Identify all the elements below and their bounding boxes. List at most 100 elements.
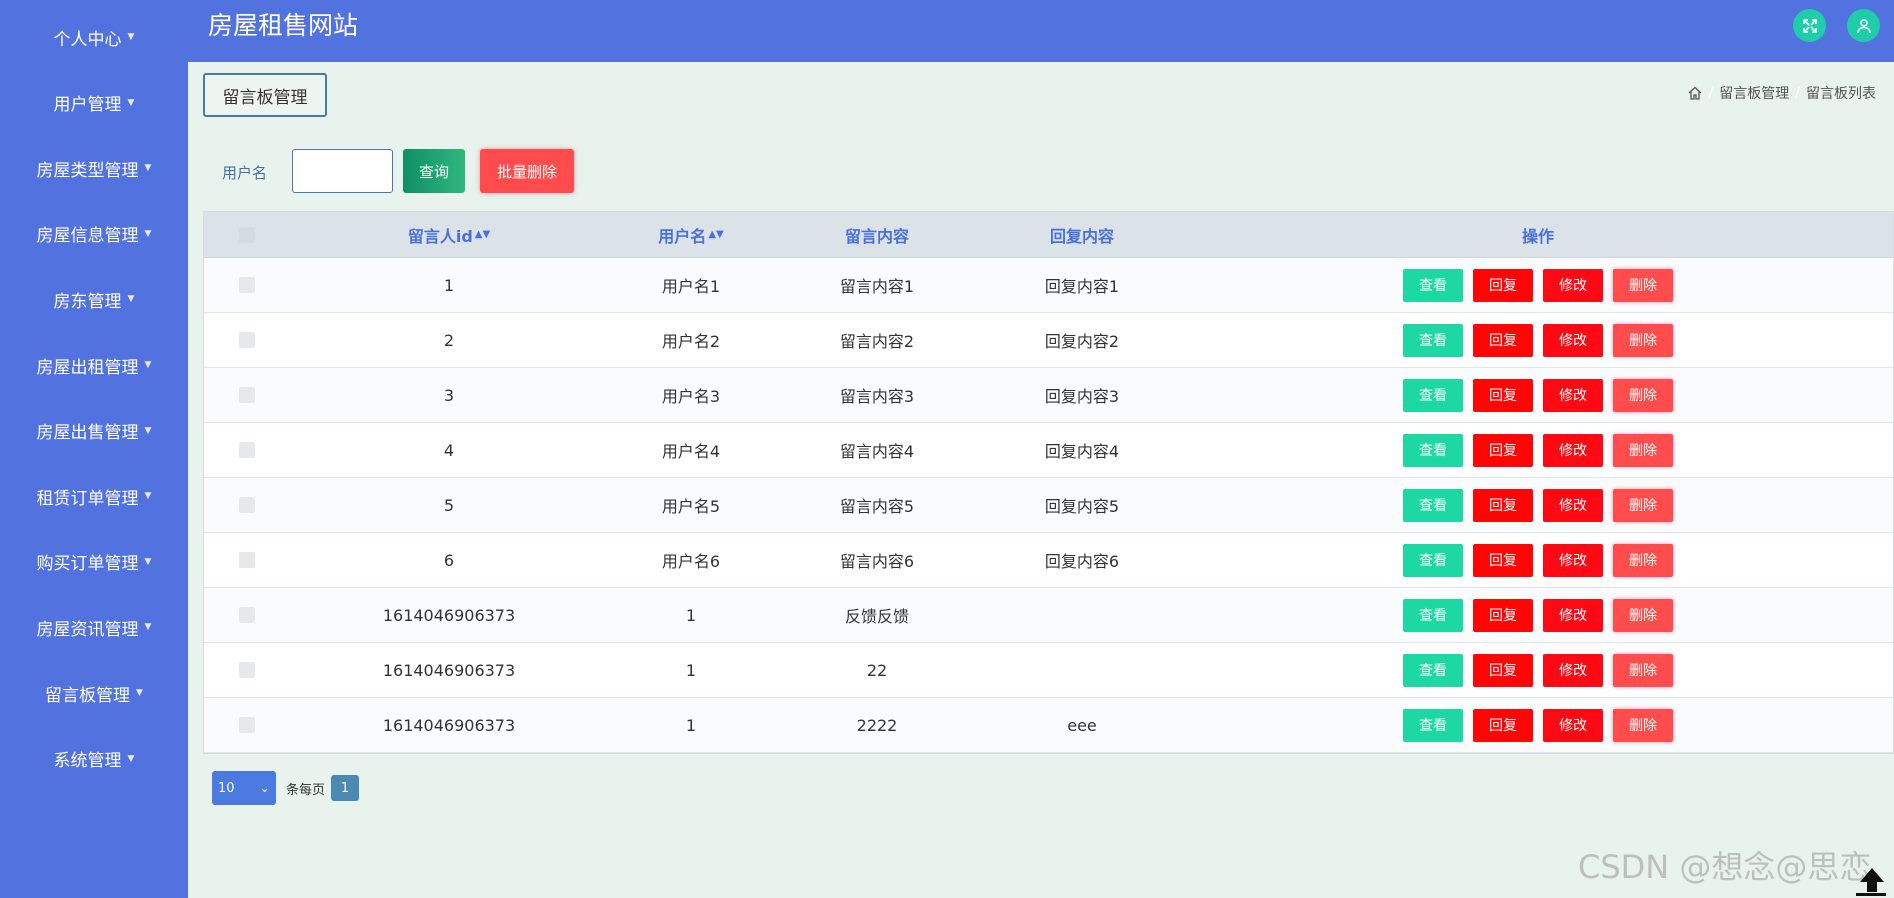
breadcrumb-item-board[interactable]: 留言板管理 — [1719, 83, 1789, 103]
row-checkbox[interactable] — [239, 387, 255, 403]
sidebar-item[interactable]: 系统管理 ▼ — [0, 726, 188, 792]
reply-button[interactable]: 回复 — [1473, 598, 1533, 632]
sidebar-item[interactable]: 用户管理 ▼ — [0, 70, 188, 136]
watermark: CSDN @想念@思恋 — [1578, 848, 1872, 886]
query-button[interactable]: 查询 — [403, 149, 465, 193]
home-icon[interactable] — [1687, 85, 1703, 101]
row-checkbox[interactable] — [239, 607, 255, 623]
view-button[interactable]: 查看 — [1403, 378, 1463, 412]
cell-id: 3 — [443, 385, 455, 405]
sidebar-item[interactable]: 个人中心 ▼ — [0, 4, 188, 70]
caret-down-icon: ▼ — [144, 360, 152, 370]
view-button[interactable]: 查看 — [1403, 543, 1463, 577]
sidebar-item[interactable]: 购买订单管理 ▼ — [0, 529, 188, 595]
delete-button[interactable]: 删除 — [1613, 433, 1673, 467]
edit-button[interactable]: 修改 — [1543, 708, 1603, 742]
sidebar: 个人中心 ▼ 用户管理 ▼ 房屋类型管理 ▼ 房屋信息管理 ▼ 房东管理 ▼ 房屋出租管理 ▼ 房屋出售… — [0, 0, 188, 898]
view-button[interactable]: 查看 — [1403, 653, 1463, 687]
edit-button[interactable]: 修改 — [1543, 323, 1603, 357]
row-checkbox[interactable] — [239, 442, 255, 458]
row-actions: 查看 回复 修改 删除 — [1403, 258, 1683, 312]
delete-button[interactable]: 删除 — [1613, 268, 1673, 302]
edit-button[interactable]: 修改 — [1543, 433, 1603, 467]
sidebar-item[interactable]: 房屋资讯管理 ▼ — [0, 594, 188, 660]
delete-button[interactable]: 删除 — [1613, 378, 1673, 412]
row-checkbox[interactable] — [239, 662, 255, 678]
cell-username: 用户名4 — [661, 442, 721, 461]
edit-button[interactable]: 修改 — [1543, 653, 1603, 687]
sidebar-item[interactable]: 房屋出售管理 ▼ — [0, 398, 188, 464]
delete-button[interactable]: 删除 — [1613, 543, 1673, 577]
row-checkbox[interactable] — [239, 332, 255, 348]
sidebar-item[interactable]: 房东管理 ▼ — [0, 266, 188, 332]
username-search-input[interactable] — [292, 149, 393, 193]
caret-down-icon: ▼ — [144, 556, 152, 567]
caret-down-icon: ▼ — [127, 97, 135, 108]
sidebar-item-label: 租赁订单管理 — [36, 488, 139, 509]
row-checkbox[interactable] — [239, 717, 255, 733]
view-button[interactable]: 查看 — [1403, 433, 1463, 467]
delete-button[interactable]: 删除 — [1613, 488, 1673, 522]
sidebar-item[interactable]: 房屋出租管理 ▼ — [0, 332, 188, 398]
column-header-username-label: 用户名 — [658, 226, 707, 246]
reply-button[interactable]: 回复 — [1473, 323, 1533, 357]
column-header-id[interactable]: 留言人id ▲▼ — [408, 212, 490, 257]
table-row: 3 用户名3 留言内容3 回复内容3 查看 回复 修改 删除 — [204, 368, 1893, 423]
reply-button[interactable]: 回复 — [1473, 488, 1533, 522]
reply-button[interactable]: 回复 — [1473, 378, 1533, 412]
row-checkbox[interactable] — [239, 552, 255, 568]
column-header-id-label: 留言人id — [407, 226, 473, 246]
reply-button[interactable]: 回复 — [1473, 433, 1533, 467]
page-size-value: 10 — [218, 780, 235, 796]
cell-content: 留言内容4 — [839, 442, 915, 461]
sidebar-item[interactable]: 房屋类型管理 ▼ — [0, 135, 188, 201]
sidebar-item[interactable]: 租赁订单管理 ▼ — [0, 463, 188, 529]
batch-delete-button[interactable]: 批量删除 — [480, 149, 574, 193]
row-checkbox[interactable] — [239, 497, 255, 513]
edit-button[interactable]: 修改 — [1543, 598, 1603, 632]
sidebar-item[interactable]: 留言板管理 ▼ — [0, 660, 188, 726]
reply-button[interactable]: 回复 — [1473, 708, 1533, 742]
column-header-username[interactable]: 用户名 ▲▼ — [658, 212, 723, 257]
sidebar-item[interactable]: 房屋信息管理 ▼ — [0, 201, 188, 267]
top-header: 房屋租售网站 — [188, 0, 1894, 62]
column-header-reply: 回复内容 — [1049, 226, 1115, 246]
view-button[interactable]: 查看 — [1403, 323, 1463, 357]
view-button[interactable]: 查看 — [1403, 598, 1463, 632]
edit-button[interactable]: 修改 — [1543, 488, 1603, 522]
view-button[interactable]: 查看 — [1403, 268, 1463, 302]
page-number-button[interactable]: 1 — [331, 775, 360, 801]
edit-button[interactable]: 修改 — [1543, 543, 1603, 577]
cell-id: 1614046906373 — [382, 660, 516, 680]
cell-reply: 回复内容2 — [1044, 332, 1120, 351]
back-to-top-icon[interactable] — [1852, 862, 1892, 898]
reply-button[interactable]: 回复 — [1473, 543, 1533, 577]
page-size-select[interactable]: 10 ⌄ — [212, 771, 276, 805]
view-button[interactable]: 查看 — [1403, 488, 1463, 522]
reply-button[interactable]: 回复 — [1473, 268, 1533, 302]
user-profile-button[interactable] — [1847, 9, 1880, 42]
delete-button[interactable]: 删除 — [1613, 323, 1673, 357]
user-icon — [1856, 18, 1871, 33]
cell-id: 4 — [443, 440, 455, 460]
fullscreen-button[interactable] — [1793, 9, 1826, 42]
delete-button[interactable]: 删除 — [1613, 653, 1673, 687]
caret-down-icon: ▼ — [127, 294, 135, 305]
view-button[interactable]: 查看 — [1403, 708, 1463, 742]
sort-icon[interactable]: ▲▼ — [708, 229, 723, 240]
cell-id: 1614046906373 — [382, 605, 516, 625]
edit-button[interactable]: 修改 — [1543, 268, 1603, 302]
cell-content: 22 — [866, 660, 888, 680]
delete-button[interactable]: 删除 — [1613, 598, 1673, 632]
delete-button[interactable]: 删除 — [1613, 708, 1673, 742]
select-all-checkbox[interactable] — [239, 226, 255, 243]
caret-down-icon: ▼ — [144, 163, 152, 174]
sidebar-item-label: 房屋信息管理 — [36, 226, 139, 247]
cell-id: 1 — [443, 275, 455, 295]
sort-icon[interactable]: ▲▼ — [475, 229, 490, 240]
sidebar-item-label: 个人中心 — [53, 29, 122, 50]
reply-button[interactable]: 回复 — [1473, 653, 1533, 687]
breadcrumb-separator: / — [1795, 85, 1800, 101]
edit-button[interactable]: 修改 — [1543, 378, 1603, 412]
row-checkbox[interactable] — [239, 277, 255, 293]
